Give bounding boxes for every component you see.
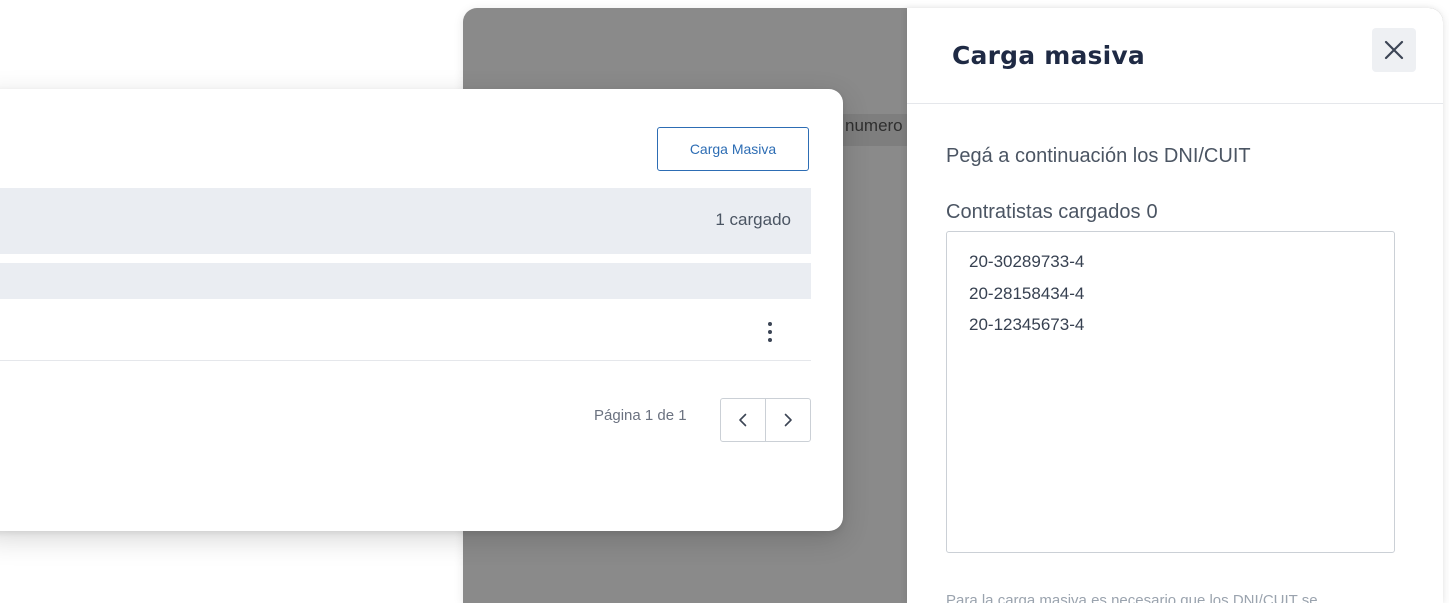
textarea-line: 20-12345673-4: [969, 315, 1085, 334]
contractors-count: Contratistas cargados 0: [946, 201, 1158, 224]
more-vertical-icon-dot: [768, 330, 772, 334]
drawer-footnote: Para la carga masiva es necesario que lo…: [946, 592, 1318, 603]
close-icon: [1384, 40, 1404, 60]
dni-cuit-textarea[interactable]: 20-30289733-4 20-28158434-4 20-12345673-…: [946, 231, 1395, 553]
contractors-count-value: 0: [1146, 201, 1158, 223]
chevron-right-icon: [784, 413, 792, 427]
drawer-instruction: Pegá a continuación los DNI/CUIT: [946, 145, 1251, 167]
bulk-load-drawer: Carga masiva Pegá a continuación los DNI…: [907, 8, 1443, 603]
row-menu-button[interactable]: [760, 319, 780, 345]
bulk-load-button[interactable]: Carga Masiva: [657, 127, 809, 171]
close-button[interactable]: [1372, 28, 1416, 72]
contractors-count-label: Contratistas cargados: [946, 201, 1141, 223]
prev-page-button[interactable]: [721, 399, 765, 441]
chevron-left-icon: [739, 413, 747, 427]
more-vertical-icon: [768, 322, 772, 326]
contractors-card: Carga Masiva 1 cargado Página 1 de 1: [0, 89, 843, 531]
loaded-status: 1 cargado: [715, 210, 791, 229]
more-vertical-icon-dot: [768, 338, 772, 342]
table-subheader-row: [0, 263, 811, 299]
pagination-label: Página 1 de 1: [594, 407, 687, 424]
pagination-controls: [720, 398, 811, 442]
next-page-button[interactable]: [765, 399, 810, 441]
background-search-text: numero: [839, 114, 909, 146]
textarea-line: 20-30289733-4: [969, 252, 1085, 271]
table-header-row: 1 cargado: [0, 188, 811, 254]
textarea-line: 20-28158434-4: [969, 283, 1085, 303]
drawer-header: Carga masiva: [907, 8, 1443, 104]
drawer-title: Carga masiva: [952, 41, 1145, 70]
row-divider: [0, 360, 811, 361]
